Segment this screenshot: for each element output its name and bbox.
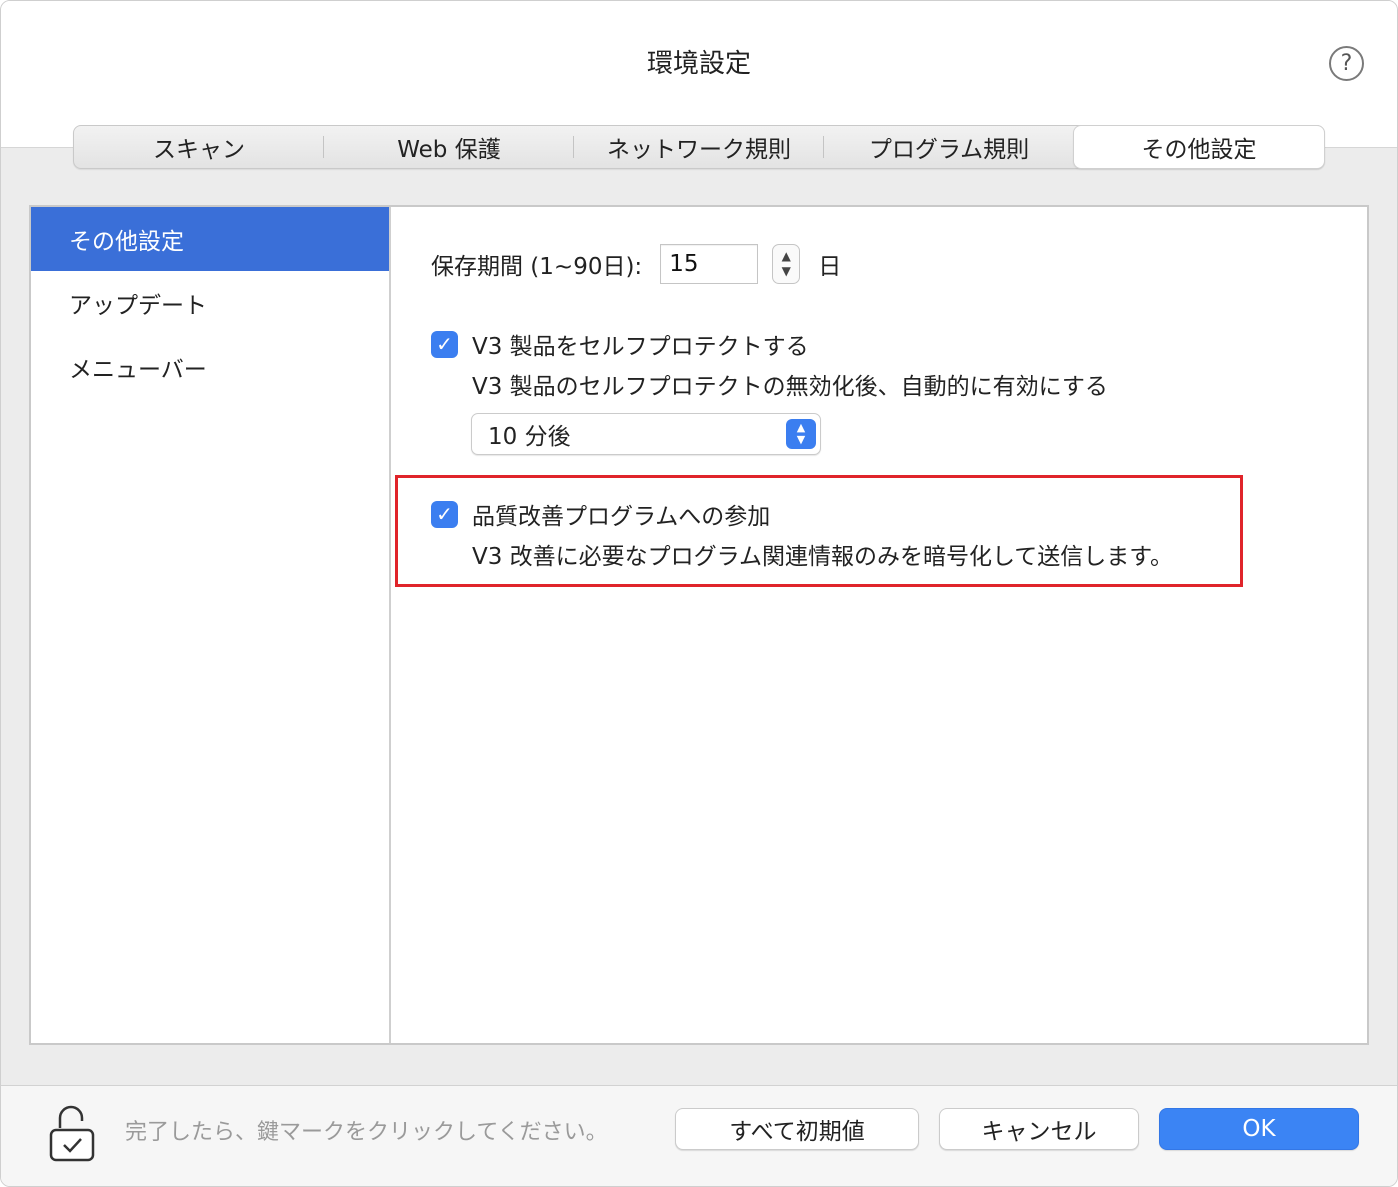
chevron-up-icon[interactable]: ▲ [782, 249, 791, 264]
footer: 完了したら、鍵マークをクリックしてください。 すべて初期値 キャンセル OK [1, 1085, 1397, 1186]
quality-program-checkbox[interactable]: ✓ [431, 500, 458, 528]
sidebar-item-label: その他設定 [69, 229, 184, 255]
tab-network-rules[interactable]: ネットワーク規則 [574, 126, 824, 168]
window-title: 環境設定 [646, 49, 751, 79]
reset-defaults-button[interactable]: すべて初期値 [675, 1108, 919, 1150]
cancel-button[interactable]: キャンセル [939, 1108, 1139, 1150]
retention-stepper[interactable]: ▲ ▼ [772, 244, 801, 284]
tab-label: プログラム規則 [868, 137, 1030, 163]
retention-input[interactable] [660, 244, 759, 284]
retention-label: 保存期間 (1~90日): [431, 254, 643, 280]
tab-bar: スキャン Web 保護 ネットワーク規則 プログラム規則 その他設定 [73, 125, 1325, 169]
self-protect-label: V3 製品をセルフプロテクトする [472, 334, 809, 360]
tab-scan[interactable]: スキャン [74, 126, 324, 168]
tab-label: ネットワーク規則 [607, 137, 791, 163]
retention-unit: 日 [818, 254, 842, 280]
settings-panel: その他設定 アップデート メニューバー 保存期間 (1~90日): ▲ ▼ 日 [29, 205, 1369, 1045]
sidebar-item-update[interactable]: アップデート [31, 271, 389, 335]
checkmark-icon: ✓ [436, 502, 453, 526]
checkmark-icon: ✓ [436, 332, 453, 356]
help-icon: ? [1340, 51, 1353, 76]
tab-label: スキャン [153, 137, 245, 163]
sidebar-item-other-settings[interactable]: その他設定 [31, 207, 389, 271]
chevron-down-icon[interactable]: ▼ [782, 264, 791, 279]
settings-main: 保存期間 (1~90日): ▲ ▼ 日 ✓ V3 製品をセルフプロテクトする V… [391, 207, 1367, 1043]
select-arrows-icon[interactable]: ▲ ▼ [786, 419, 816, 449]
sidebar: その他設定 アップデート メニューバー [31, 207, 391, 1043]
sidebar-item-label: メニューバー [69, 357, 207, 383]
help-button[interactable]: ? [1329, 46, 1364, 81]
lock-icon[interactable] [49, 1104, 95, 1164]
self-protect-checkbox[interactable]: ✓ [431, 330, 458, 358]
quality-program-description: V3 改善に必要なプログラム関連情報のみを暗号化して送信します。 [472, 544, 1173, 570]
quality-program-row: ✓ 品質改善プログラムへの参加 [431, 497, 770, 531]
preferences-window: 環境設定 ? スキャン Web 保護 ネットワーク規則 プログラム規則 その他設… [0, 0, 1398, 1187]
tab-other-settings[interactable]: その他設定 [1074, 126, 1324, 168]
tab-label: Web 保護 [397, 137, 501, 163]
quality-program-label: 品質改善プログラムへの参加 [472, 504, 771, 530]
sidebar-item-menu-bar[interactable]: メニューバー [31, 335, 389, 399]
self-protect-row: ✓ V3 製品をセルフプロテクトする [431, 327, 809, 361]
retention-row: 保存期間 (1~90日): ▲ ▼ 日 [431, 243, 841, 285]
ok-button[interactable]: OK [1159, 1108, 1359, 1150]
sidebar-item-label: アップデート [69, 293, 207, 319]
self-protect-description: V3 製品のセルフプロテクトの無効化後、自動的に有効にする [472, 374, 1108, 400]
lock-hint: 完了したら、鍵マークをクリックしてください。 [125, 1120, 608, 1145]
tab-label: その他設定 [1141, 137, 1257, 163]
select-value: 10 分後 [488, 424, 571, 450]
reenable-select[interactable]: 10 分後 ▲ ▼ [471, 413, 821, 455]
tab-program-rules[interactable]: プログラム規則 [824, 126, 1074, 168]
tab-web-protection[interactable]: Web 保護 [324, 126, 574, 168]
